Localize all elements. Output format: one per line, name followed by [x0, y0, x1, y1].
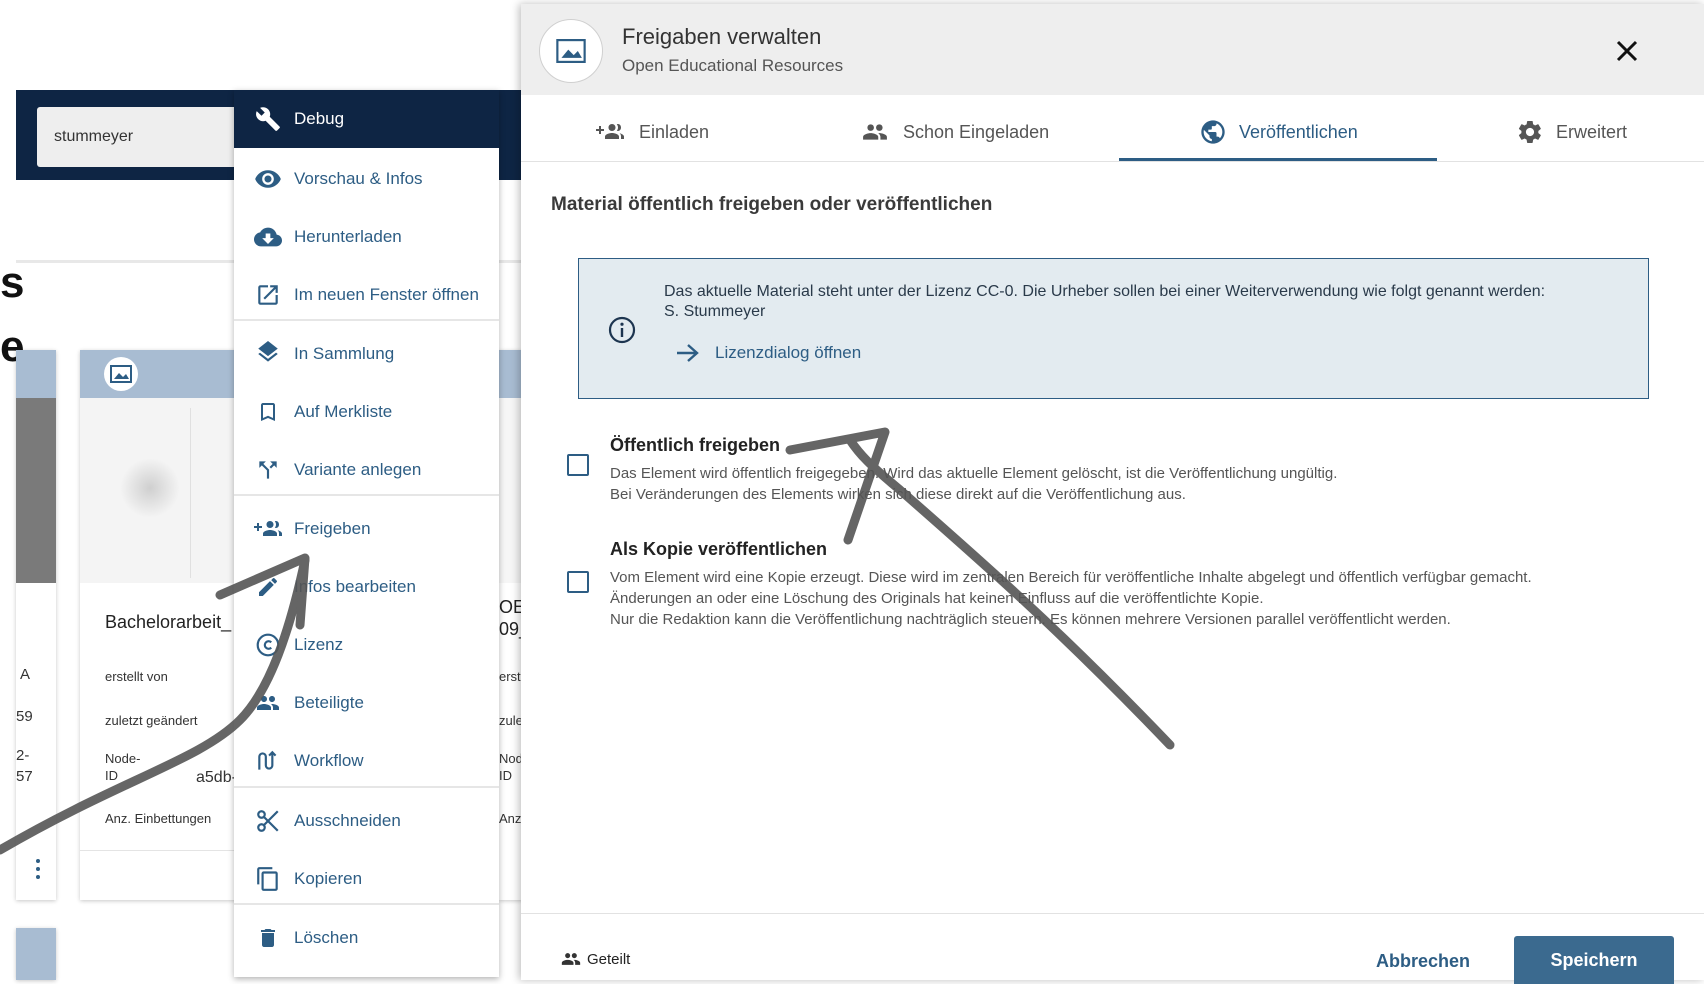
cloud-download-icon	[252, 221, 284, 253]
fork-icon	[252, 454, 284, 486]
author-text: S. Stummeyer	[664, 303, 766, 320]
publish-copy-checkbox[interactable]	[567, 571, 589, 593]
license-info-box: Das aktuelle Material steht unter der Li…	[578, 258, 1649, 399]
thumbnail	[80, 398, 240, 583]
dialog-title: Freigaben verwalten	[622, 24, 822, 49]
menu-item-share[interactable]: Freigeben	[234, 500, 499, 558]
info-icon	[607, 315, 637, 345]
tab-advanced[interactable]: Erweitert	[1516, 104, 1627, 160]
scissors-icon	[252, 805, 284, 837]
search-input[interactable]: stummeyer	[37, 107, 237, 167]
card-left-next[interactable]	[16, 928, 56, 980]
option-description: Das Element wird öffentlich freigegeben.…	[610, 465, 1338, 503]
workflow-icon	[252, 745, 284, 777]
people-icon	[252, 687, 284, 719]
menu-item-cut[interactable]: Ausschneiden	[234, 792, 499, 850]
save-button[interactable]: Speichern	[1514, 936, 1674, 984]
eye-icon	[252, 163, 284, 195]
tab-publish[interactable]: Veröffentlichen	[1199, 104, 1358, 160]
copyright-icon	[252, 629, 284, 661]
share-dialog: Freigaben verwalten Open Educational Res…	[521, 4, 1704, 984]
menu-item-variant[interactable]: Variante anlegen	[234, 441, 499, 499]
license-dialog-link[interactable]: Lizenzdialog öffnen	[675, 342, 861, 364]
globe-icon	[1199, 118, 1227, 146]
license-text: Das aktuelle Material steht unter der Li…	[664, 283, 1546, 300]
bookmark-icon	[252, 396, 284, 428]
heading-fragment: s	[0, 258, 25, 307]
trash-icon	[252, 922, 284, 954]
gear-icon	[1516, 118, 1544, 146]
menu-item-copy[interactable]: Kopieren	[234, 850, 499, 908]
menu-item-delete[interactable]: Löschen	[234, 909, 499, 967]
open-in-new-icon	[252, 279, 284, 311]
group-add-icon	[252, 513, 284, 545]
card-right[interactable]: OE 09_ erst zule Nod ID Anz	[499, 350, 529, 900]
people-icon	[561, 953, 581, 965]
context-menu: Debug Vorschau & Infos Herunterladen Im …	[234, 90, 499, 977]
option-description: Vom Element wird eine Kopie erzeugt. Die…	[610, 569, 1532, 628]
close-button[interactable]	[1610, 34, 1644, 68]
menu-item-debug[interactable]: Debug	[234, 90, 499, 148]
section-title: Material öffentlich freigeben oder veröf…	[551, 194, 993, 215]
wrench-icon	[252, 103, 284, 135]
dialog-subtitle: Open Educational Resources	[622, 56, 844, 75]
image-icon	[104, 357, 138, 391]
card-left[interactable]: A 59 2- 57	[16, 350, 56, 900]
menu-item-license[interactable]: Lizenz	[234, 616, 499, 674]
close-icon	[1616, 40, 1638, 62]
active-tab-indicator	[1119, 158, 1437, 161]
card-middle[interactable]: Bachelorarbeit_ erstellt von zuletzt geä…	[80, 350, 240, 900]
public-share-checkbox[interactable]	[567, 454, 589, 476]
option-title: Als Kopie veröffentlichen	[610, 539, 828, 559]
copy-icon	[252, 863, 284, 895]
menu-item-preview[interactable]: Vorschau & Infos	[234, 150, 499, 208]
edit-icon	[252, 571, 284, 603]
menu-item-download[interactable]: Herunterladen	[234, 208, 499, 266]
option-title: Öffentlich freigeben	[610, 435, 781, 455]
tab-already-invited[interactable]: Schon Eingeladen	[859, 104, 1049, 160]
menu-item-workflow[interactable]: Workflow	[234, 732, 499, 790]
arrow-right-icon	[677, 344, 699, 362]
tab-invite[interactable]: Einladen	[593, 104, 709, 160]
cancel-button[interactable]: Abbrechen	[1368, 939, 1478, 983]
layers-icon	[252, 338, 284, 370]
menu-item-participants[interactable]: Beteiligte	[234, 674, 499, 732]
menu-item-bookmark[interactable]: Auf Merkliste	[234, 383, 499, 441]
menu-item-edit-info[interactable]: Infos bearbeiten	[234, 558, 499, 616]
image-icon	[539, 19, 603, 83]
group-add-icon	[593, 120, 627, 144]
shared-status: Geteilt	[559, 949, 630, 969]
menu-item-collection[interactable]: In Sammlung	[234, 325, 499, 383]
menu-item-open-new-window[interactable]: Im neuen Fenster öffnen	[234, 266, 499, 324]
people-icon	[859, 119, 891, 145]
more-icon[interactable]	[36, 858, 40, 880]
